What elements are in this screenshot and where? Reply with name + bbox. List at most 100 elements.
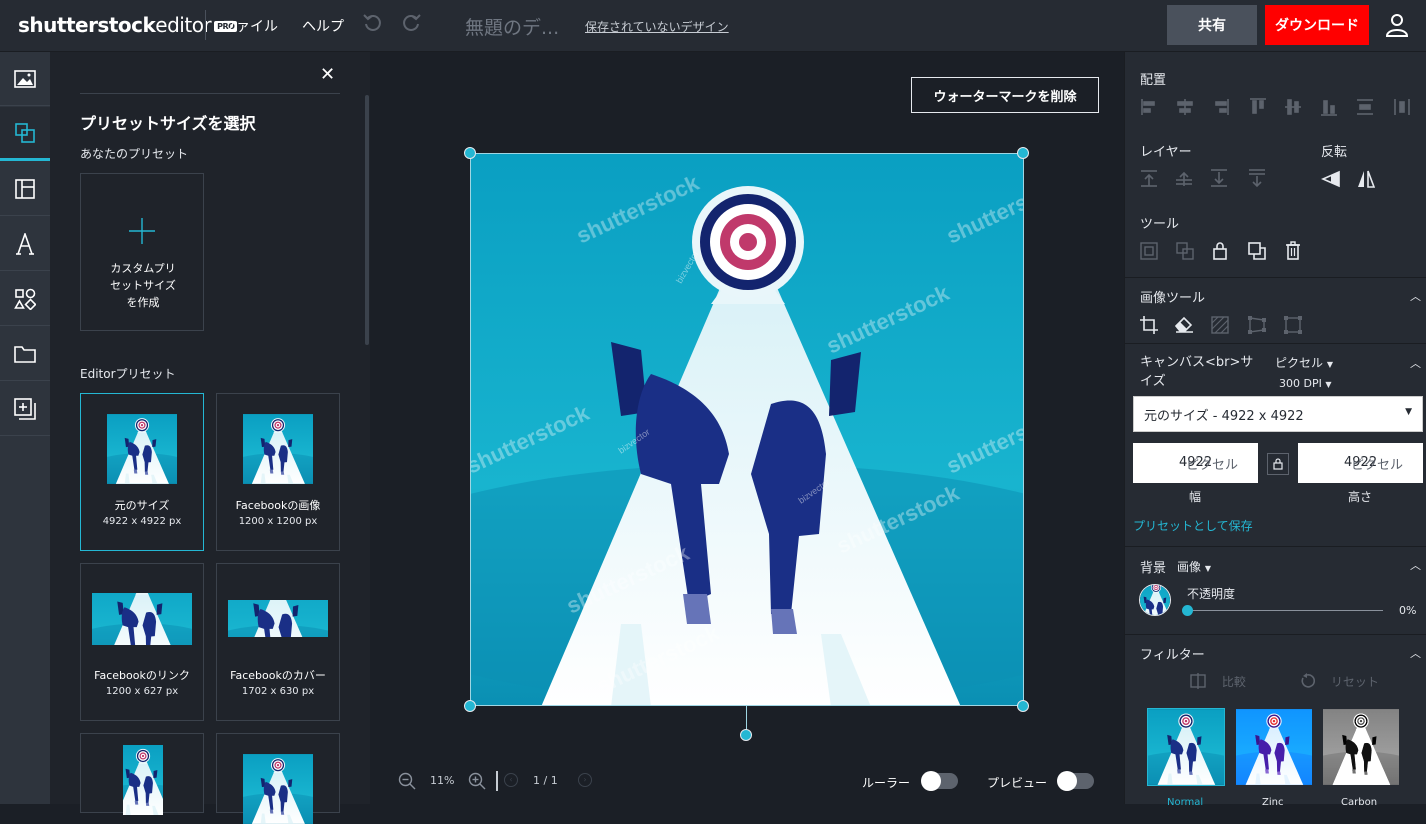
flip-horizontal-icon[interactable] — [1321, 170, 1341, 192]
rotation-stem — [746, 706, 747, 730]
text-icon[interactable] — [0, 217, 50, 271]
create-custom-preset-tile[interactable]: カスタムプリ セットサイズ を作成 — [80, 173, 204, 331]
opacity-slider-thumb[interactable] — [1182, 605, 1193, 616]
preset-name: Facebookの画像 — [235, 499, 321, 512]
ungroup-icon[interactable] — [1176, 242, 1194, 264]
zoom-in-icon[interactable] — [468, 772, 486, 794]
height-unit: ピクセル — [1350, 458, 1403, 473]
duplicate-icon[interactable] — [1248, 242, 1266, 264]
align-title: 配置 — [1140, 73, 1167, 88]
crop-icon[interactable] — [1140, 316, 1158, 338]
divider — [80, 93, 340, 94]
custom-preset-label: カスタムプリ セットサイズ を作成 — [110, 262, 176, 309]
left-tool-rail — [0, 52, 50, 804]
reset-button[interactable]: リセット — [1299, 673, 1379, 692]
caret-down-icon: ▼ — [1326, 360, 1333, 369]
dpi-label: DPI — [1303, 377, 1322, 390]
redo-icon[interactable] — [402, 12, 422, 37]
divider — [1124, 546, 1426, 547]
resize-handle[interactable] — [464, 147, 476, 159]
compare-button[interactable]: 比較 — [1190, 673, 1246, 692]
height-input[interactable]: 4922 ピクセル — [1298, 443, 1423, 483]
editor-presets-label: Editorプリセット — [80, 367, 176, 381]
file-menu[interactable]: ファイル — [222, 16, 278, 36]
resize-handle[interactable] — [1017, 700, 1029, 712]
preview-label: プレビュー — [987, 776, 1048, 790]
panel-scrollbar[interactable] — [365, 95, 369, 345]
preset-thumbnail — [123, 745, 163, 815]
preset-tile-facebook-cover[interactable]: Facebookのカバー 1702 x 630 px — [216, 563, 340, 721]
download-button[interactable]: ダウンロード — [1265, 5, 1369, 45]
perspective-icon[interactable] — [1248, 316, 1266, 338]
help-menu[interactable]: ヘルプ — [302, 16, 344, 36]
resize-handle[interactable] — [464, 700, 476, 712]
top-bar: shutterstockeditor PRO ファイル ヘルプ 無題のデ... 保… — [0, 0, 1426, 52]
aspect-lock-icon[interactable] — [1267, 453, 1289, 475]
chevron-up-icon[interactable]: ︿ — [1410, 557, 1421, 573]
filter-label: Zinc — [1262, 797, 1284, 808]
next-page-icon[interactable]: › — [578, 773, 592, 787]
divider — [496, 771, 498, 791]
layer-title: レイヤー — [1140, 145, 1192, 160]
opacity-slider-track[interactable] — [1187, 610, 1383, 611]
resize-icon[interactable] — [0, 107, 50, 161]
ruler-toggle[interactable] — [921, 771, 958, 791]
chevron-up-icon[interactable]: ︿ — [1410, 288, 1421, 304]
preset-dimensions: 1702 x 630 px — [241, 686, 315, 697]
dpi-select[interactable]: 300 DPI ▼ — [1279, 377, 1332, 390]
transform-icon[interactable] — [1284, 316, 1302, 338]
filter-zinc[interactable] — [1236, 709, 1312, 785]
unit-select[interactable]: ピクセル ▼ — [1275, 354, 1333, 371]
preset-tile-original[interactable]: 元のサイズ 4922 x 4922 px — [80, 393, 204, 551]
divider — [1124, 634, 1426, 635]
preset-name: Facebookのカバー — [230, 669, 326, 682]
filter-preview — [1236, 709, 1312, 785]
unsaved-design-link[interactable]: 保存されていないデザイン — [585, 18, 729, 35]
background-type-select[interactable]: 画像 ▼ — [1177, 558, 1211, 575]
chevron-up-icon[interactable]: ︿ — [1410, 355, 1421, 371]
folder-icon[interactable] — [0, 327, 50, 381]
preset-tile-facebook-link[interactable]: Facebookのリンク 1200 x 627 px — [80, 563, 204, 721]
design-canvas-image[interactable]: shutterstock shutterstock shutterstock s… — [470, 153, 1024, 706]
share-button[interactable]: 共有 — [1167, 5, 1257, 45]
business-people-target-illustration: shutterstock shutterstock shutterstock s… — [471, 154, 1023, 705]
add-page-icon[interactable] — [0, 382, 50, 436]
flip-vertical-icon[interactable] — [1357, 170, 1376, 192]
dpi-value: 300 — [1279, 377, 1300, 390]
document-title[interactable]: 無題のデ... — [465, 13, 559, 40]
preset-tile[interactable] — [216, 733, 340, 824]
background-thumbnail[interactable] — [1139, 584, 1171, 616]
image-tools-title: 画像ツール — [1140, 291, 1206, 306]
filter-carbon[interactable] — [1323, 709, 1399, 785]
chevron-up-icon[interactable]: ︿ — [1410, 645, 1421, 661]
rotate-handle[interactable] — [740, 729, 752, 741]
prev-page-icon[interactable]: ‹ — [504, 773, 518, 787]
filter-normal[interactable] — [1147, 708, 1225, 786]
preview-toggle[interactable] — [1057, 771, 1094, 791]
shapes-icon[interactable] — [0, 272, 50, 326]
canvas-size-select[interactable]: 元のサイズ - 4922 x 4922 ▼ — [1133, 396, 1423, 432]
filters-title: フィルター — [1140, 648, 1205, 663]
pattern-icon[interactable] — [1211, 316, 1229, 338]
lock-icon[interactable] — [1212, 241, 1228, 264]
group-icon[interactable] — [1140, 242, 1158, 264]
undo-icon[interactable] — [362, 12, 382, 37]
preset-tile[interactable] — [80, 733, 204, 815]
caret-down-icon: ▼ — [1405, 407, 1412, 417]
save-as-preset-link[interactable]: プリセットとして保存 — [1133, 517, 1253, 534]
resize-handle[interactable] — [1017, 147, 1029, 159]
layer-order-toolbar — [1140, 168, 1270, 188]
template-icon[interactable] — [0, 162, 50, 216]
my-presets-label: あなたのプリセット — [80, 147, 189, 161]
zoom-out-icon[interactable] — [398, 772, 416, 794]
close-icon[interactable]: ✕ — [320, 64, 335, 85]
image-icon[interactable] — [0, 52, 50, 106]
toggle-knob — [1057, 771, 1077, 791]
user-icon[interactable] — [1384, 12, 1410, 38]
trash-icon[interactable] — [1285, 241, 1301, 264]
remove-watermark-button[interactable]: ウォーターマークを削除 — [911, 77, 1099, 113]
width-input[interactable]: 4922 ピクセル — [1133, 443, 1258, 483]
preset-tile-facebook-image[interactable]: Facebookの画像 1200 x 1200 px — [216, 393, 340, 551]
eraser-icon[interactable] — [1174, 315, 1194, 337]
divider — [1124, 343, 1426, 344]
